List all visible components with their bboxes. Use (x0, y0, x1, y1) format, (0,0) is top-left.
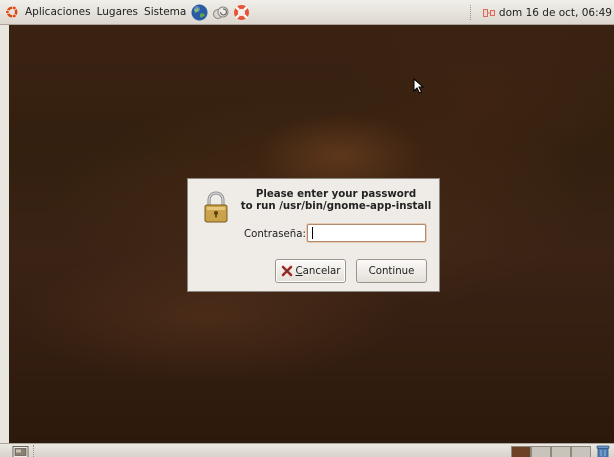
lock-icon (204, 191, 228, 223)
panel-separator (469, 5, 473, 20)
dialog-message-line1: Please enter your password (255, 189, 417, 200)
cancel-x-icon (281, 265, 292, 277)
password-field[interactable] (307, 224, 426, 242)
menu-aplicaciones[interactable]: Aplicaciones (22, 0, 94, 25)
dialog-message: Please enter your password to run /usr/b… (238, 189, 434, 213)
menu-lugares[interactable]: Lugares (94, 0, 141, 25)
password-dialog: Please enter your password to run /usr/b… (187, 178, 440, 292)
continue-button-label: Continue (368, 265, 415, 277)
password-label: Contraseña: (244, 229, 306, 240)
left-edge (0, 25, 9, 443)
help-lifebuoy-icon[interactable] (232, 3, 251, 22)
top-panel: Aplicaciones Lugares Sistema dom 16 de o… (0, 0, 614, 25)
dialog-message-line2: to run /usr/bin/gnome-app-install (240, 201, 432, 212)
menu-sistema[interactable]: Sistema (141, 0, 189, 25)
workspace-2[interactable] (531, 446, 551, 457)
workspace-3[interactable] (551, 446, 571, 457)
update-icon[interactable] (211, 3, 230, 22)
cancel-button[interactable]: Cancelar (275, 259, 346, 283)
screen: Aplicaciones Lugares Sistema dom 16 de o… (0, 0, 614, 457)
clock[interactable]: dom 16 de oct, 06:49 (499, 7, 614, 19)
network-icon[interactable] (482, 8, 495, 18)
workspace-4[interactable] (571, 446, 591, 457)
bottom-panel (0, 443, 614, 457)
ubuntu-logo-icon (5, 5, 18, 19)
bottom-panel-separator (33, 445, 37, 457)
trash-icon[interactable] (596, 445, 610, 457)
workspace-1[interactable] (511, 446, 531, 457)
text-caret (312, 227, 313, 239)
show-desktop-icon[interactable] (12, 446, 29, 457)
continue-button[interactable]: Continue (356, 259, 427, 283)
mouse-pointer-icon (413, 78, 425, 94)
cancel-button-label: Cancelar (295, 265, 341, 277)
web-browser-icon[interactable] (190, 3, 209, 22)
panel-right: dom 16 de oct, 06:49 (469, 0, 614, 25)
